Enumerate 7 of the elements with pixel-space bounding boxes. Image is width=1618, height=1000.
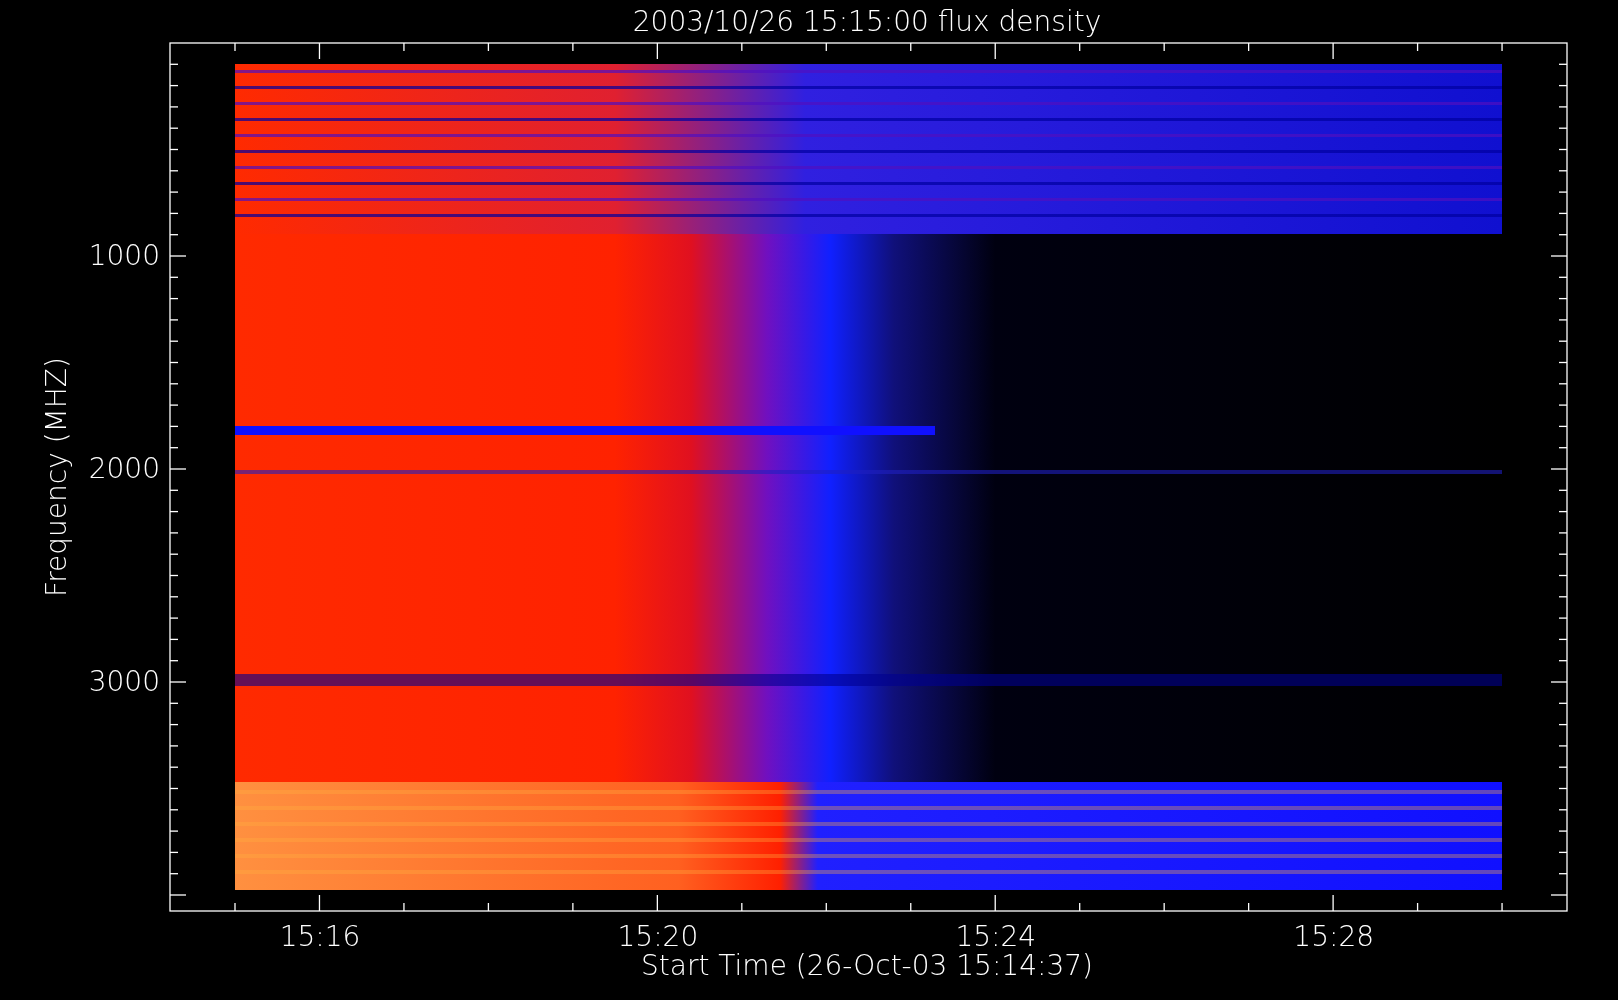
plot-title: 2003/10/26 15:15:00 flux density	[632, 5, 1102, 38]
y-tick-label: 1000	[88, 239, 160, 272]
y-axis-label: Frequency (MHZ)	[40, 357, 73, 597]
x-tick-label: 15:16	[279, 920, 361, 953]
y-tick-label: 2000	[88, 452, 160, 485]
x-tick-label: 15:28	[1293, 920, 1375, 953]
y-tick-label: 3000	[88, 665, 160, 698]
